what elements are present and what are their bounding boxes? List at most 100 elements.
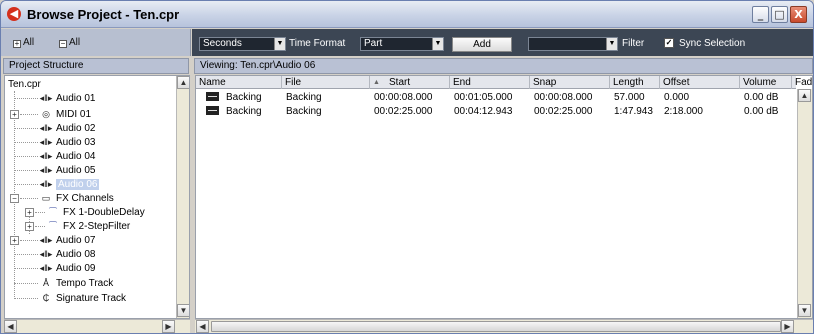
tree-item-label: FX 2-StepFilter [63,221,131,232]
audio-track-icon: ◂‖▸ [39,263,53,273]
cell-start: 00:00:08.000 [374,92,433,103]
tree-item-audio-05[interactable]: ◂‖▸ Audio 05 [39,164,96,177]
tree-item-audio-06[interactable]: ◂‖▸ Audio 06 [39,178,100,191]
filter-label: Filter [622,38,645,49]
fx-channel-icon: ⁀ [49,221,57,231]
cell-file: Backing [286,106,322,117]
events-table: Name File ▲ Start End Snap Length Offset … [195,75,813,319]
tree-item-label: Signature Track [56,293,127,304]
horizontal-scroll-thumb[interactable] [211,321,781,332]
audio-track-icon: ◂‖▸ [39,151,53,161]
expand-all-label: All [23,37,35,48]
column-header-snap[interactable]: Snap [530,76,610,89]
tree-item-audio-03[interactable]: ◂‖▸ Audio 03 [39,136,96,149]
column-header-name[interactable]: Name [196,76,282,89]
audio-track-icon: ◂‖▸ [39,179,53,189]
tree-item-label: Audio 07 [56,235,96,246]
column-header-fade[interactable]: Fad [792,76,812,89]
column-header-volume[interactable]: Volume [740,76,792,89]
part-dropdown[interactable]: Part ▼ [360,37,444,51]
expand-toggle[interactable]: + [25,208,34,217]
tree-vertical-scrollbar[interactable]: ▲ ▼ [176,76,189,318]
expand-toggle[interactable]: + [10,110,19,119]
close-button[interactable]: X [790,6,807,23]
table-header: Name File ▲ Start End Snap Length Offset … [196,76,812,89]
title-bar[interactable]: ◀ Browse Project - Ten.cpr _ □ X [1,1,813,28]
table-vertical-scrollbar[interactable]: ▲ ▼ [797,89,812,318]
audio-track-icon: ◂‖▸ [39,249,53,259]
time-format-dropdown[interactable]: Seconds ▼ [199,37,286,51]
minus-icon: − [59,39,67,48]
tree-item-label: Audio 08 [56,249,96,260]
cell-offset: 0.000 [664,92,690,103]
tree-horizontal-scrollbar[interactable]: ◀ ▶ [4,319,190,333]
scroll-right-icon[interactable]: ▶ [781,320,794,333]
midi-track-icon: ◎ [42,109,50,119]
tree-item-fx-channels[interactable]: ▭ FX Channels [39,192,114,205]
table-row[interactable]: Backing Backing 00:00:08.000 00:01:05.00… [196,91,796,104]
collapse-all-button[interactable]: − All [59,37,80,48]
column-header-end[interactable]: End [450,76,530,89]
column-header-offset[interactable]: Offset [660,76,740,89]
column-header-start-label: Start [389,77,411,88]
tree-item-audio-04[interactable]: ◂‖▸ Audio 04 [39,150,96,163]
tree-item-fx-2[interactable]: ⁀ FX 2-StepFilter [46,220,130,233]
tree-item-audio-01[interactable]: ◂‖▸ Audio 01 [39,92,96,105]
minimize-button[interactable]: _ [752,6,769,23]
tree-item-audio-09[interactable]: ◂‖▸ Audio 09 [39,262,96,275]
table-row[interactable]: Backing Backing 00:02:25.000 00:04:12.94… [196,105,796,118]
scroll-down-icon[interactable]: ▼ [177,304,189,317]
column-header-start[interactable]: ▲ Start [370,76,450,89]
audio-track-icon: ◂‖▸ [39,235,53,245]
tree-item-audio-08[interactable]: ◂‖▸ Audio 08 [39,248,96,261]
collapse-toggle[interactable]: − [10,194,19,203]
expand-all-button[interactable]: + All [13,37,34,48]
expand-toggle[interactable]: + [25,222,34,231]
tree-item-label-selected: Audio 06 [56,179,100,190]
tree-item-fx-1[interactable]: ⁀ FX 1-DoubleDelay [46,206,145,219]
time-format-label: Time Format [289,38,346,49]
fx-channel-icon: ⁀ [49,207,57,217]
scroll-up-icon[interactable]: ▲ [798,89,811,102]
cell-volume: 0.00 dB [744,106,779,117]
table-horizontal-scrollbar[interactable]: ◀ ▶ [195,319,813,333]
chevron-down-icon: ▼ [432,38,443,50]
scroll-left-icon[interactable]: ◀ [4,320,17,333]
tree-item-label: FX 1-DoubleDelay [63,207,145,218]
cell-file: Backing [286,92,322,103]
scroll-up-icon[interactable]: ▲ [177,76,189,89]
scroll-right-icon[interactable]: ▶ [162,320,175,333]
tree-item-label: Tempo Track [56,278,114,289]
tree-item-signature-track[interactable]: ₵ Signature Track [39,292,126,305]
tree-item-audio-02[interactable]: ◂‖▸ Audio 02 [39,122,96,135]
tree-item-tempo-track[interactable]: Å Tempo Track [39,277,113,290]
sync-selection-label: Sync Selection [679,38,746,49]
scroll-down-icon[interactable]: ▼ [798,304,811,317]
filter-dropdown[interactable]: ▼ [528,37,618,51]
cell-snap: 00:02:25.000 [534,106,593,117]
audio-event-icon [206,92,219,101]
tree-item-label: FX Channels [56,193,114,204]
cell-volume: 0.00 dB [744,92,779,103]
maximize-button[interactable]: □ [771,6,788,23]
cell-end: 00:01:05.000 [454,92,513,103]
tree-root[interactable]: Ten.cpr [8,78,41,91]
scroll-left-icon[interactable]: ◀ [196,320,209,333]
cell-length: 57.000 [614,92,645,103]
tree-item-midi-01[interactable]: ◎ MIDI 01 [39,108,91,121]
browse-project-window: ◀ Browse Project - Ten.cpr _ □ X + All − A… [0,0,814,334]
add-button[interactable]: Add [452,37,512,52]
audio-track-icon: ◂‖▸ [39,123,53,133]
tree-item-label: Audio 05 [56,165,96,176]
plus-icon: + [13,39,21,48]
project-tree: Ten.cpr ◂‖▸ Audio 01 + ◎ MIDI 01 ◂‖▸ Audio … [4,75,190,319]
tree-item-audio-07[interactable]: ◂‖▸ Audio 07 [39,234,96,247]
column-header-file[interactable]: File [282,76,370,89]
expand-toggle[interactable]: + [10,236,19,245]
tree-item-label: MIDI 01 [56,109,92,120]
sync-selection-checkbox[interactable]: ✓ [664,38,674,48]
audio-event-icon [206,106,219,115]
cell-name-text: Backing [226,92,262,103]
audio-track-icon: ◂‖▸ [39,93,53,103]
column-header-length[interactable]: Length [610,76,660,89]
